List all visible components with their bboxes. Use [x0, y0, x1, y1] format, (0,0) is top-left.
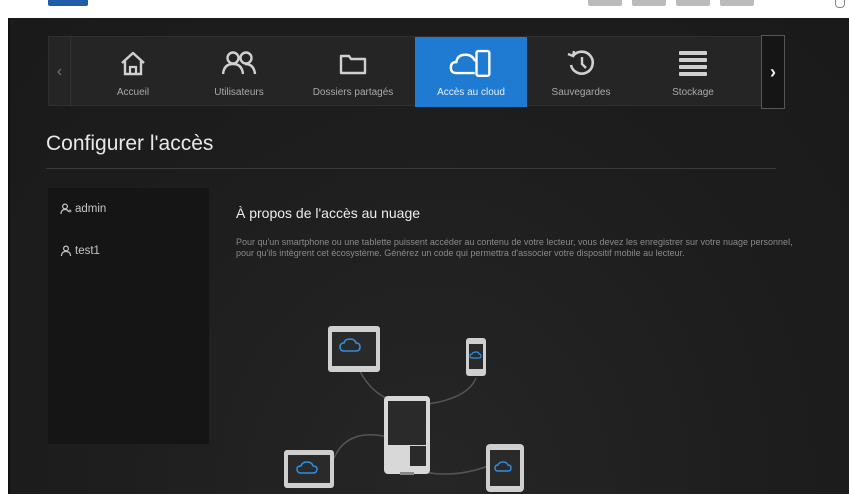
nav-item-label: Accueil	[116, 87, 150, 98]
nav-item-utilisateurs[interactable]: Utilisateurs	[185, 37, 293, 107]
nav-item-acces-au-cloud[interactable]: Accès au cloud	[415, 37, 527, 107]
main-nav: ‹ Accueil Utilisateurs Dossiers partagés…	[48, 35, 785, 109]
tablet-top-left-icon	[328, 326, 380, 372]
nav-item-label: Accès au cloud	[437, 87, 505, 98]
nav-item-accueil[interactable]: Accueil	[79, 37, 187, 107]
toolbar-button[interactable]	[720, 0, 754, 6]
user-name: admin	[75, 203, 107, 215]
cloud-access-illustration	[268, 306, 558, 494]
laptop-bottom-left-icon	[284, 450, 334, 488]
nav-item-label: Sauvegardes	[551, 87, 611, 98]
storage-icon	[671, 43, 715, 83]
cloud-phone-icon	[449, 43, 493, 83]
chevron-right-icon: ›	[770, 61, 776, 82]
user-list-item-admin[interactable]: admin	[48, 188, 209, 230]
tablet-bottom-right-icon	[486, 444, 524, 492]
nav-item-stockage[interactable]: Stockage	[639, 37, 747, 107]
phone-top-right-icon	[466, 338, 486, 376]
section-title: À propos de l'accès au nuage	[236, 205, 421, 221]
nas-drive-icon	[384, 396, 430, 475]
toolbar-button[interactable]	[632, 0, 666, 6]
chevron-left-icon: ‹	[56, 63, 63, 80]
home-icon	[111, 43, 155, 83]
nav-item-label: Stockage	[672, 87, 714, 98]
app-window: ‹ Accueil Utilisateurs Dossiers partagés…	[8, 18, 849, 494]
user-name: test1	[75, 245, 100, 257]
nav-item-label: Dossiers partagés	[312, 87, 394, 98]
nav-item-label: Utilisateurs	[214, 87, 264, 98]
nav-next-button[interactable]: ›	[761, 35, 785, 109]
nav-item-dossiers-partages[interactable]: Dossiers partagés	[299, 37, 407, 107]
admin-user-icon	[60, 203, 72, 215]
document-header-strip	[0, 0, 849, 18]
toolbar-button[interactable]	[676, 0, 710, 6]
user-icon	[60, 245, 72, 257]
section-description: Pour qu'un smartphone ou une tablette pu…	[236, 237, 793, 258]
folder-icon	[331, 43, 375, 83]
divider	[46, 168, 776, 169]
users-icon	[217, 43, 261, 83]
nav-prev-button[interactable]: ‹	[49, 37, 71, 107]
logo	[48, 0, 88, 6]
toolbar-button[interactable]	[588, 0, 622, 6]
window-corner-icon	[835, 0, 845, 8]
page-title: Configurer l'accès	[46, 132, 214, 155]
user-list: admin test1	[48, 188, 209, 444]
history-icon	[559, 43, 603, 83]
nav-item-sauvegardes[interactable]: Sauvegardes	[527, 37, 635, 107]
user-list-item-test1[interactable]: test1	[48, 230, 209, 272]
